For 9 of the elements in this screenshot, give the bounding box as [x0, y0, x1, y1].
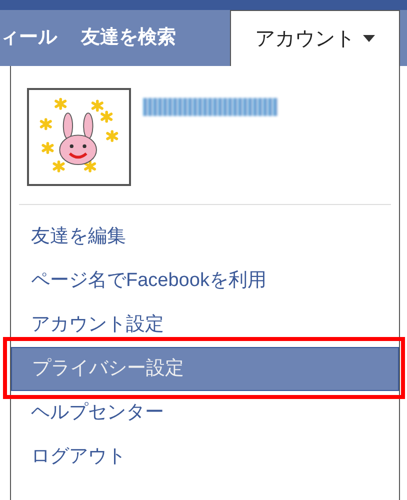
menu-item[interactable]: ヘルプセンター: [11, 391, 399, 435]
menu-item[interactable]: ログアウト: [11, 435, 399, 479]
menu-item[interactable]: アカウント設定: [11, 303, 399, 347]
nav-tab[interactable]: 友達を検索: [69, 10, 188, 66]
caret-icon: [363, 34, 375, 42]
nav-tab[interactable]: ィール: [0, 10, 69, 66]
menu-item[interactable]: 友達を編集: [11, 215, 399, 259]
menu-item[interactable]: ページ名でFacebookを利用: [11, 259, 399, 303]
nav-tab[interactable]: アカウント: [230, 10, 400, 66]
